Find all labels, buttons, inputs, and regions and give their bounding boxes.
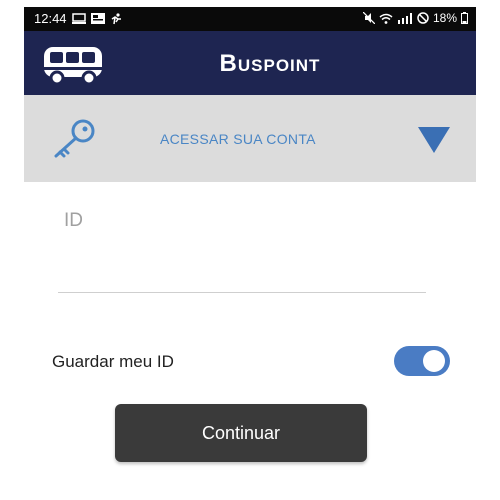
remember-id-label: Guardar meu ID	[52, 352, 174, 371]
remember-id-toggle[interactable]	[394, 342, 452, 380]
id-input[interactable]: ID	[58, 202, 426, 293]
account-access-bar[interactable]: ACESSAR SUA CONTA	[24, 95, 476, 182]
do-not-disturb-icon	[417, 12, 429, 24]
remember-id-row: Guardar meu ID	[52, 342, 452, 382]
status-bar: 12:44 18%	[24, 7, 476, 31]
signal-icon	[397, 12, 413, 24]
id-input-placeholder: ID	[64, 210, 83, 231]
status-time: 12:44	[34, 11, 67, 26]
battery-icon	[461, 12, 468, 24]
toggle-thumb	[423, 350, 445, 372]
notification-icon	[90, 13, 105, 24]
activity-icon	[110, 12, 122, 25]
chevron-down-icon[interactable]	[416, 125, 452, 155]
account-access-label: ACESSAR SUA CONTA	[160, 131, 316, 147]
app-bar: Buspoint	[24, 31, 476, 95]
continue-button[interactable]: Continuar	[115, 404, 367, 462]
app-screen: 12:44 18% Buspoint ACESSAR SUA CONTA ID …	[24, 7, 476, 500]
cast-icon	[71, 13, 86, 24]
mute-icon	[362, 12, 375, 24]
wifi-icon	[379, 13, 393, 24]
battery-percentage: 18%	[432, 11, 457, 25]
app-title: Buspoint	[219, 50, 321, 77]
key-icon	[50, 117, 98, 161]
